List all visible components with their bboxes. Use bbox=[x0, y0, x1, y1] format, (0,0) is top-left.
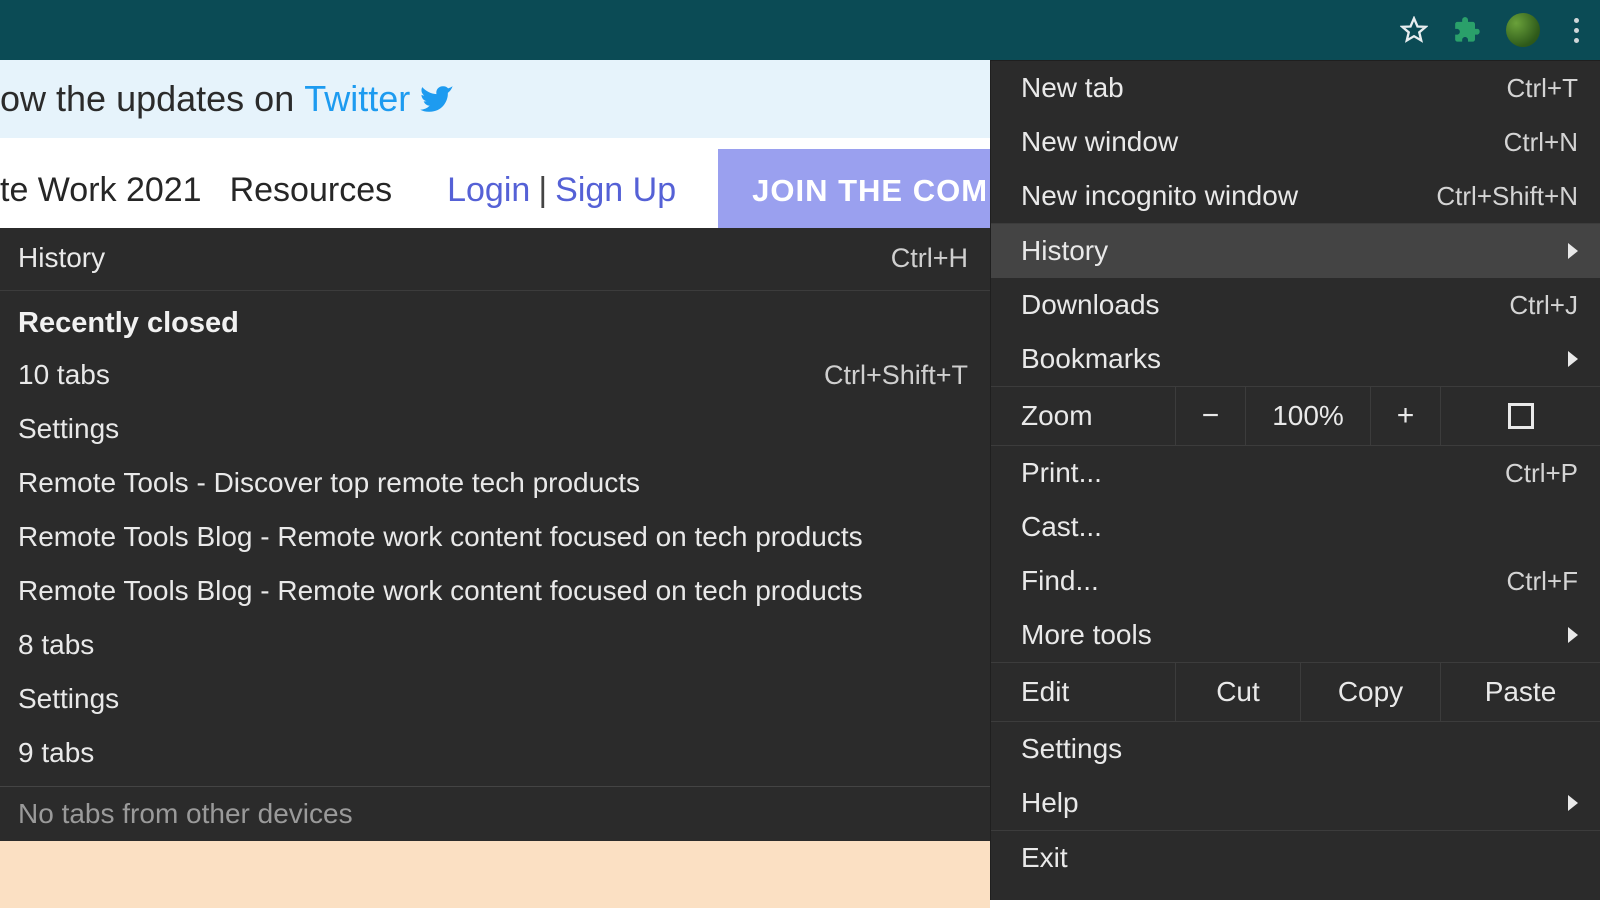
recently-closed-label: Remote Tools - Discover top remote tech … bbox=[18, 467, 640, 499]
recently-closed-item[interactable]: 9 tabs bbox=[0, 726, 990, 780]
fullscreen-icon bbox=[1508, 403, 1534, 429]
recently-closed-heading: Recently closed bbox=[0, 293, 990, 348]
menu-new-tab[interactable]: New tab Ctrl+T bbox=[991, 61, 1600, 115]
menu-history-label: History bbox=[1021, 235, 1108, 267]
history-submenu-header[interactable]: History Ctrl+H bbox=[0, 228, 990, 288]
menu-new-window-label: New window bbox=[1021, 126, 1178, 158]
edit-copy-button[interactable]: Copy bbox=[1301, 663, 1441, 721]
menu-find-label: Find... bbox=[1021, 565, 1099, 597]
recently-closed-shortcut: Ctrl+Shift+T bbox=[824, 360, 968, 391]
menu-cast-label: Cast... bbox=[1021, 511, 1102, 543]
submenu-arrow-icon bbox=[1568, 243, 1578, 259]
menu-bookmarks[interactable]: Bookmarks bbox=[991, 332, 1600, 386]
menu-find[interactable]: Find... Ctrl+F bbox=[991, 554, 1600, 608]
recently-closed-item[interactable]: Remote Tools Blog - Remote work content … bbox=[0, 564, 990, 618]
no-tabs-other-devices: No tabs from other devices bbox=[0, 787, 990, 841]
history-submenu-label: History bbox=[18, 242, 105, 274]
menu-zoom-label: Zoom bbox=[991, 387, 1176, 445]
menu-more-tools[interactable]: More tools bbox=[991, 608, 1600, 662]
recently-closed-item[interactable]: Remote Tools - Discover top remote tech … bbox=[0, 456, 990, 510]
menu-print-shortcut: Ctrl+P bbox=[1505, 458, 1578, 489]
menu-print-label: Print... bbox=[1021, 457, 1102, 489]
twitter-icon bbox=[420, 82, 454, 116]
nav-pipe: | bbox=[538, 171, 547, 210]
menu-help[interactable]: Help bbox=[991, 776, 1600, 830]
menu-zoom-row: Zoom − 100% + bbox=[991, 387, 1600, 445]
kebab-menu-icon[interactable] bbox=[1562, 18, 1590, 43]
menu-help-label: Help bbox=[1021, 787, 1079, 819]
zoom-out-button[interactable]: − bbox=[1176, 387, 1246, 445]
zoom-in-button[interactable]: + bbox=[1371, 387, 1441, 445]
recently-closed-label: Remote Tools Blog - Remote work content … bbox=[18, 521, 863, 553]
recently-closed-item[interactable]: Remote Tools Blog - Remote work content … bbox=[0, 510, 990, 564]
recently-closed-item[interactable]: Settings bbox=[0, 672, 990, 726]
menu-edit-label: Edit bbox=[991, 663, 1176, 721]
recently-closed-item[interactable]: 10 tabs Ctrl+Shift+T bbox=[0, 348, 990, 402]
edit-cut-button[interactable]: Cut bbox=[1176, 663, 1301, 721]
no-tabs-label: No tabs from other devices bbox=[18, 798, 353, 830]
signup-link[interactable]: Sign Up bbox=[555, 171, 676, 210]
login-link[interactable]: Login bbox=[447, 171, 530, 210]
recently-closed-label: Settings bbox=[18, 683, 119, 715]
nav-remote-work-2021[interactable]: te Work 2021 bbox=[0, 171, 202, 210]
menu-find-shortcut: Ctrl+F bbox=[1507, 566, 1579, 597]
menu-new-tab-label: New tab bbox=[1021, 72, 1124, 104]
nav-resources[interactable]: Resources bbox=[230, 171, 393, 210]
submenu-arrow-icon bbox=[1568, 627, 1578, 643]
menu-bookmarks-label: Bookmarks bbox=[1021, 343, 1161, 375]
menu-incognito-label: New incognito window bbox=[1021, 180, 1298, 212]
submenu-arrow-icon bbox=[1568, 351, 1578, 367]
zoom-value: 100% bbox=[1246, 387, 1371, 445]
recently-closed-label: Settings bbox=[18, 413, 119, 445]
twitter-link[interactable]: Twitter bbox=[304, 78, 454, 120]
menu-edit-row: Edit Cut Copy Paste bbox=[991, 663, 1600, 721]
menu-downloads-label: Downloads bbox=[1021, 289, 1160, 321]
banner-text: ow the updates on bbox=[0, 78, 294, 120]
browser-toolbar bbox=[0, 0, 1600, 60]
menu-incognito[interactable]: New incognito window Ctrl+Shift+N bbox=[991, 169, 1600, 223]
menu-downloads-shortcut: Ctrl+J bbox=[1509, 290, 1578, 321]
menu-new-tab-shortcut: Ctrl+T bbox=[1507, 73, 1579, 104]
fullscreen-button[interactable] bbox=[1441, 387, 1600, 445]
history-submenu-shortcut: Ctrl+H bbox=[891, 243, 968, 274]
menu-print[interactable]: Print... Ctrl+P bbox=[991, 446, 1600, 500]
twitter-link-text: Twitter bbox=[304, 78, 410, 120]
menu-settings[interactable]: Settings bbox=[991, 722, 1600, 776]
menu-exit-label: Exit bbox=[1021, 842, 1068, 874]
history-submenu: History Ctrl+H Recently closed 10 tabs C… bbox=[0, 228, 990, 841]
recently-closed-label: 9 tabs bbox=[18, 737, 94, 769]
recently-closed-item[interactable]: 8 tabs bbox=[0, 618, 990, 672]
menu-history[interactable]: History bbox=[991, 224, 1600, 278]
edit-paste-button[interactable]: Paste bbox=[1441, 663, 1600, 721]
recently-closed-label: 10 tabs bbox=[18, 359, 110, 391]
bookmark-star-icon[interactable] bbox=[1398, 14, 1430, 46]
recently-closed-label: Remote Tools Blog - Remote work content … bbox=[18, 575, 863, 607]
browser-main-menu: New tab Ctrl+T New window Ctrl+N New inc… bbox=[990, 60, 1600, 900]
recently-closed-item[interactable]: Settings bbox=[0, 402, 990, 456]
menu-downloads[interactable]: Downloads Ctrl+J bbox=[991, 278, 1600, 332]
submenu-arrow-icon bbox=[1568, 795, 1578, 811]
menu-cast[interactable]: Cast... bbox=[991, 500, 1600, 554]
menu-more-tools-label: More tools bbox=[1021, 619, 1152, 651]
profile-avatar[interactable] bbox=[1506, 13, 1540, 47]
menu-exit[interactable]: Exit bbox=[991, 831, 1600, 885]
menu-new-window-shortcut: Ctrl+N bbox=[1504, 127, 1578, 158]
recently-closed-label: 8 tabs bbox=[18, 629, 94, 661]
menu-new-window[interactable]: New window Ctrl+N bbox=[991, 115, 1600, 169]
extensions-icon[interactable] bbox=[1452, 14, 1484, 46]
menu-settings-label: Settings bbox=[1021, 733, 1122, 765]
menu-incognito-shortcut: Ctrl+Shift+N bbox=[1436, 181, 1578, 212]
